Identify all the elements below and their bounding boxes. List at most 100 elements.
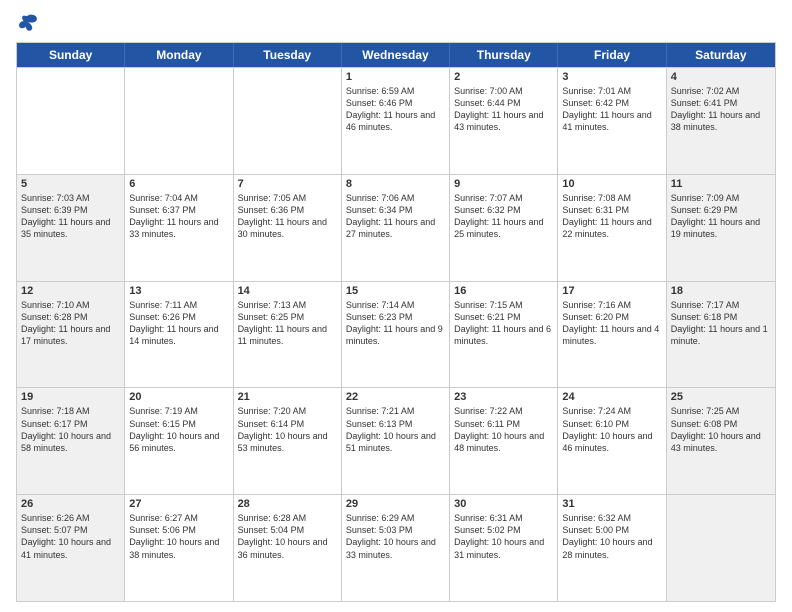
day-info: Sunrise: 6:32 AM Sunset: 5:00 PM Dayligh… — [562, 512, 661, 561]
cal-cell: 11 Sunrise: 7:09 AM Sunset: 6:29 PM Dayli… — [667, 175, 775, 281]
cal-cell: 22 Sunrise: 7:21 AM Sunset: 6:13 PM Dayli… — [342, 388, 450, 494]
day-number: 21 — [238, 391, 337, 403]
day-info: Sunrise: 6:26 AM Sunset: 5:07 PM Dayligh… — [21, 512, 120, 561]
week-row-2: 5 Sunrise: 7:03 AM Sunset: 6:39 PM Daylig… — [17, 174, 775, 281]
day-info: Sunrise: 6:28 AM Sunset: 5:04 PM Dayligh… — [238, 512, 337, 561]
calendar-body: 1 Sunrise: 6:59 AM Sunset: 6:46 PM Daylig… — [17, 67, 775, 601]
day-info: Sunrise: 7:16 AM Sunset: 6:20 PM Dayligh… — [562, 299, 661, 348]
day-number: 3 — [562, 71, 661, 83]
day-number: 1 — [346, 71, 445, 83]
day-number: 26 — [21, 498, 120, 510]
cal-cell: 30 Sunrise: 6:31 AM Sunset: 5:02 PM Dayli… — [450, 495, 558, 601]
day-number: 4 — [671, 71, 771, 83]
cal-cell: 16Sunrise: 7:15 AM Sunset: 6:21 PM Dayli… — [450, 282, 558, 388]
cal-cell: 27 Sunrise: 6:27 AM Sunset: 5:06 PM Dayli… — [125, 495, 233, 601]
day-info: Sunrise: 7:00 AM Sunset: 6:44 PM Dayligh… — [454, 85, 553, 134]
logo — [16, 12, 42, 34]
week-row-5: 26 Sunrise: 6:26 AM Sunset: 5:07 PM Dayli… — [17, 494, 775, 601]
day-info: Sunrise: 7:07 AM Sunset: 6:32 PM Dayligh… — [454, 192, 553, 241]
day-number: 14 — [238, 285, 337, 297]
cal-cell: 5 Sunrise: 7:03 AM Sunset: 6:39 PM Daylig… — [17, 175, 125, 281]
day-header-sunday: Sunday — [17, 43, 125, 67]
cal-cell: 7 Sunrise: 7:05 AM Sunset: 6:36 PM Daylig… — [234, 175, 342, 281]
day-header-monday: Monday — [125, 43, 233, 67]
header — [16, 12, 776, 34]
day-number: 5 — [21, 178, 120, 190]
day-info: Sunrise: 7:06 AM Sunset: 6:34 PM Dayligh… — [346, 192, 445, 241]
day-number: 22 — [346, 391, 445, 403]
day-info: Sunrise: 7:04 AM Sunset: 6:37 PM Dayligh… — [129, 192, 228, 241]
day-header-wednesday: Wednesday — [342, 43, 450, 67]
day-number: 17 — [562, 285, 661, 297]
cal-cell: 18Sunrise: 7:17 AM Sunset: 6:18 PM Dayli… — [667, 282, 775, 388]
week-row-3: 12 Sunrise: 7:10 AM Sunset: 6:28 PM Dayli… — [17, 281, 775, 388]
day-info: Sunrise: 7:05 AM Sunset: 6:36 PM Dayligh… — [238, 192, 337, 241]
cal-cell: 3 Sunrise: 7:01 AM Sunset: 6:42 PM Daylig… — [558, 68, 666, 174]
cal-cell: 10 Sunrise: 7:08 AM Sunset: 6:31 PM Dayli… — [558, 175, 666, 281]
logo-bird-icon — [16, 12, 38, 34]
day-info: Sunrise: 7:11 AM Sunset: 6:26 PM Dayligh… — [129, 299, 228, 348]
day-info: Sunrise: 7:21 AM Sunset: 6:13 PM Dayligh… — [346, 405, 445, 454]
cal-cell — [125, 68, 233, 174]
day-info: Sunrise: 7:18 AM Sunset: 6:17 PM Dayligh… — [21, 405, 120, 454]
day-info: Sunrise: 7:20 AM Sunset: 6:14 PM Dayligh… — [238, 405, 337, 454]
cal-cell — [234, 68, 342, 174]
day-info: Sunrise: 7:19 AM Sunset: 6:15 PM Dayligh… — [129, 405, 228, 454]
cal-cell: 21 Sunrise: 7:20 AM Sunset: 6:14 PM Dayli… — [234, 388, 342, 494]
day-info: Sunrise: 6:59 AM Sunset: 6:46 PM Dayligh… — [346, 85, 445, 134]
cal-cell: 4Sunrise: 7:02 AM Sunset: 6:41 PM Daylig… — [667, 68, 775, 174]
day-info: Sunrise: 7:17 AM Sunset: 6:18 PM Dayligh… — [671, 299, 771, 348]
day-info: Sunrise: 6:27 AM Sunset: 5:06 PM Dayligh… — [129, 512, 228, 561]
cal-cell: 20 Sunrise: 7:19 AM Sunset: 6:15 PM Dayli… — [125, 388, 233, 494]
day-info: Sunrise: 7:08 AM Sunset: 6:31 PM Dayligh… — [562, 192, 661, 241]
day-number: 28 — [238, 498, 337, 510]
cal-cell: 31Sunrise: 6:32 AM Sunset: 5:00 PM Dayli… — [558, 495, 666, 601]
day-info: Sunrise: 7:03 AM Sunset: 6:39 PM Dayligh… — [21, 192, 120, 241]
day-info: Sunrise: 7:10 AM Sunset: 6:28 PM Dayligh… — [21, 299, 120, 348]
cal-cell: 25 Sunrise: 7:25 AM Sunset: 6:08 PM Dayli… — [667, 388, 775, 494]
cal-cell: 17 Sunrise: 7:16 AM Sunset: 6:20 PM Dayli… — [558, 282, 666, 388]
cal-cell: 29 Sunrise: 6:29 AM Sunset: 5:03 PM Dayli… — [342, 495, 450, 601]
day-number: 29 — [346, 498, 445, 510]
cal-cell: 23 Sunrise: 7:22 AM Sunset: 6:11 PM Dayli… — [450, 388, 558, 494]
cal-cell: 28 Sunrise: 6:28 AM Sunset: 5:04 PM Dayli… — [234, 495, 342, 601]
cal-cell: 2 Sunrise: 7:00 AM Sunset: 6:44 PM Daylig… — [450, 68, 558, 174]
day-info: Sunrise: 7:15 AM Sunset: 6:21 PM Dayligh… — [454, 299, 553, 348]
cal-cell: 13 Sunrise: 7:11 AM Sunset: 6:26 PM Dayli… — [125, 282, 233, 388]
day-info: Sunrise: 7:14 AM Sunset: 6:23 PM Dayligh… — [346, 299, 445, 348]
day-number: 12 — [21, 285, 120, 297]
day-header-saturday: Saturday — [667, 43, 775, 67]
day-number: 10 — [562, 178, 661, 190]
day-info: Sunrise: 7:01 AM Sunset: 6:42 PM Dayligh… — [562, 85, 661, 134]
day-number: 20 — [129, 391, 228, 403]
cal-cell — [667, 495, 775, 601]
day-info: Sunrise: 7:25 AM Sunset: 6:08 PM Dayligh… — [671, 405, 771, 454]
calendar: SundayMondayTuesdayWednesdayThursdayFrid… — [16, 42, 776, 602]
day-number: 13 — [129, 285, 228, 297]
week-row-4: 19Sunrise: 7:18 AM Sunset: 6:17 PM Dayli… — [17, 387, 775, 494]
page-container: SundayMondayTuesdayWednesdayThursdayFrid… — [0, 0, 792, 612]
cal-cell: 19Sunrise: 7:18 AM Sunset: 6:17 PM Dayli… — [17, 388, 125, 494]
cal-cell: 15Sunrise: 7:14 AM Sunset: 6:23 PM Dayli… — [342, 282, 450, 388]
day-info: Sunrise: 6:31 AM Sunset: 5:02 PM Dayligh… — [454, 512, 553, 561]
day-info: Sunrise: 7:22 AM Sunset: 6:11 PM Dayligh… — [454, 405, 553, 454]
day-number: 23 — [454, 391, 553, 403]
day-info: Sunrise: 6:29 AM Sunset: 5:03 PM Dayligh… — [346, 512, 445, 561]
cal-cell: 12 Sunrise: 7:10 AM Sunset: 6:28 PM Dayli… — [17, 282, 125, 388]
day-number: 11 — [671, 178, 771, 190]
calendar-header: SundayMondayTuesdayWednesdayThursdayFrid… — [17, 43, 775, 67]
day-info: Sunrise: 7:09 AM Sunset: 6:29 PM Dayligh… — [671, 192, 771, 241]
cal-cell: 9Sunrise: 7:07 AM Sunset: 6:32 PM Daylig… — [450, 175, 558, 281]
day-number: 25 — [671, 391, 771, 403]
day-number: 30 — [454, 498, 553, 510]
week-row-1: 1 Sunrise: 6:59 AM Sunset: 6:46 PM Daylig… — [17, 67, 775, 174]
cal-cell — [17, 68, 125, 174]
cal-cell: 8Sunrise: 7:06 AM Sunset: 6:34 PM Daylig… — [342, 175, 450, 281]
cal-cell: 14Sunrise: 7:13 AM Sunset: 6:25 PM Dayli… — [234, 282, 342, 388]
cal-cell: 24Sunrise: 7:24 AM Sunset: 6:10 PM Dayli… — [558, 388, 666, 494]
day-header-thursday: Thursday — [450, 43, 558, 67]
day-number: 27 — [129, 498, 228, 510]
day-info: Sunrise: 7:24 AM Sunset: 6:10 PM Dayligh… — [562, 405, 661, 454]
day-number: 7 — [238, 178, 337, 190]
day-number: 2 — [454, 71, 553, 83]
